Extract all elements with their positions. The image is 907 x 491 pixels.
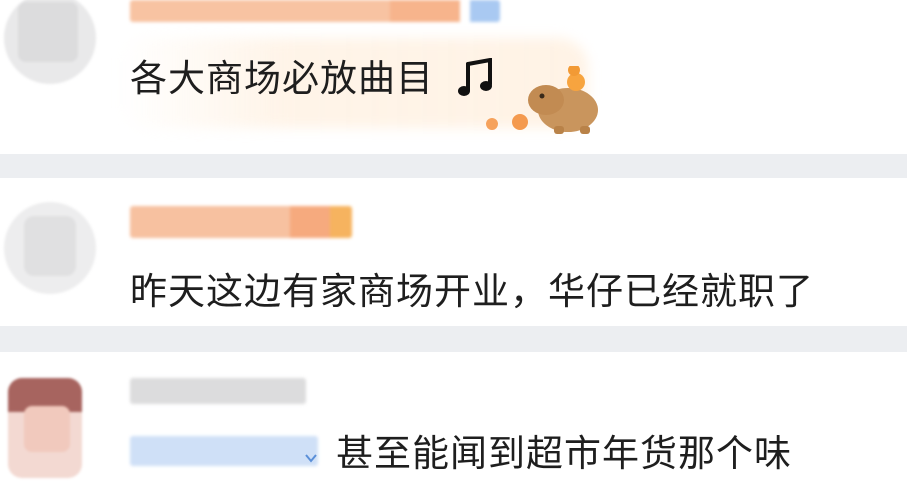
avatar-blurred[interactable] [4,202,96,294]
divider [0,326,907,352]
comment-text: 甚至能闻到超市年货那个味 [336,432,792,475]
username-blurred[interactable] [130,378,306,404]
capybara-sticker-icon[interactable] [484,66,604,136]
avatar-blurred[interactable] [8,378,82,478]
username-blurred[interactable] [130,206,352,238]
divider [0,154,907,178]
reply-target-blurred[interactable] [130,436,318,466]
comment-item-2[interactable]: 昨天这边有家商场开业，华仔已经就职了 [0,178,907,326]
chevron-down-icon[interactable] [304,452,318,464]
comment-text: 各大商场必放曲目 [130,57,434,100]
username-blurred[interactable] [130,0,500,22]
comment-text: 昨天这边有家商场开业，华仔已经就职了 [130,270,814,313]
comment-item-3[interactable]: 甚至能闻到超市年货那个味 [0,352,907,491]
comment-item-1[interactable]: 各大商场必放曲目 [0,0,907,154]
avatar-blurred[interactable] [4,0,96,84]
